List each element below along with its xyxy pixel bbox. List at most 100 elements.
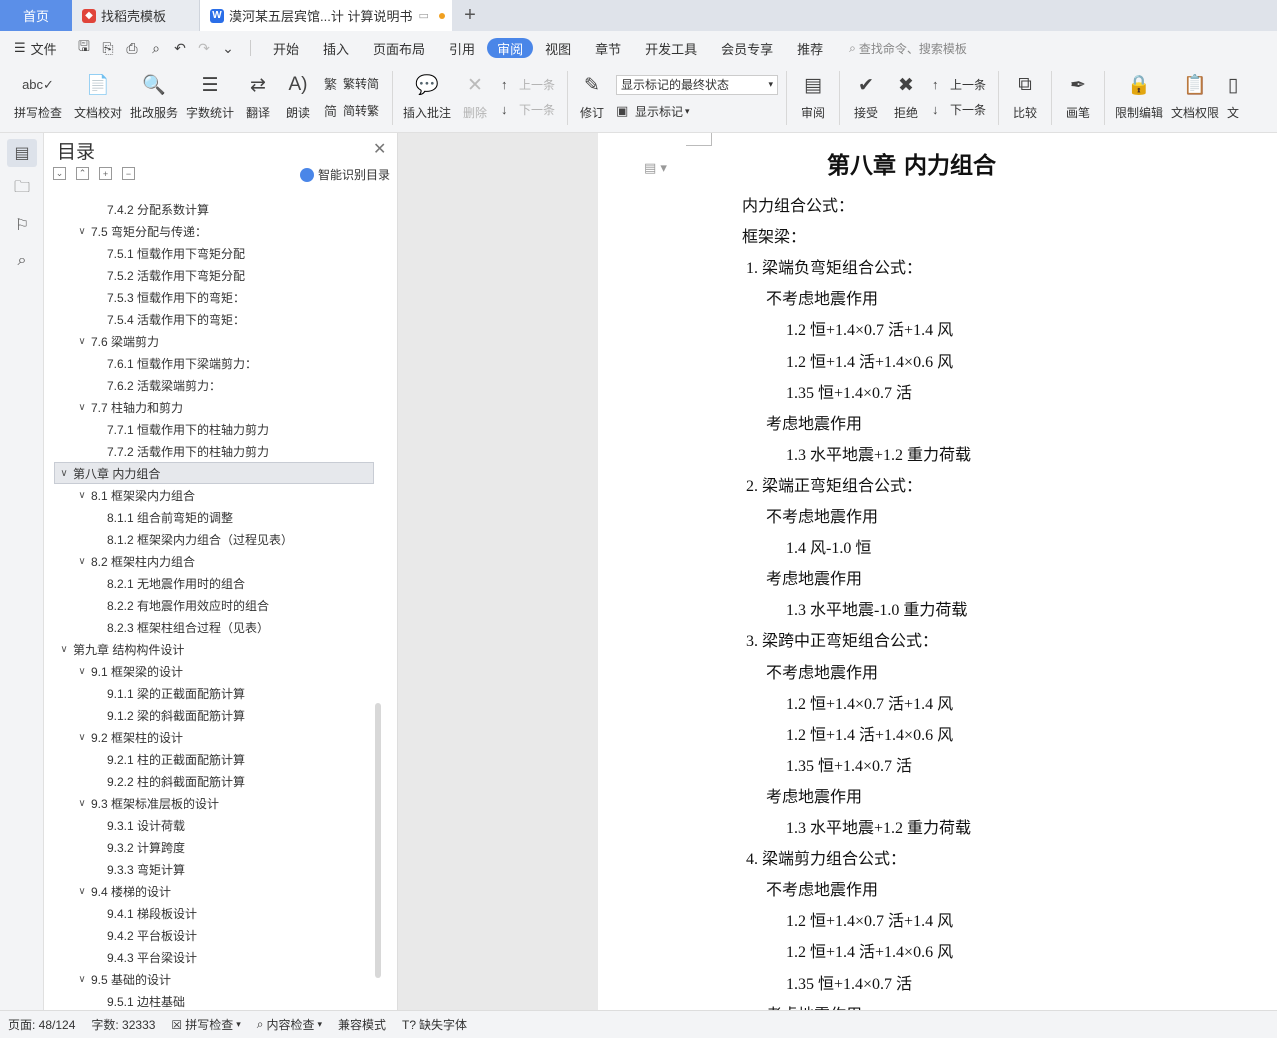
toc-icon[interactable]: ▤ <box>7 139 37 167</box>
delete-comment-button[interactable]: ✕ 删除 <box>455 65 495 133</box>
toc-item[interactable]: 8.1.2 框架梁内力组合（过程见表） <box>45 528 375 550</box>
restrict-edit-button[interactable]: 🔒 限制编辑 <box>1111 65 1167 133</box>
next-change-button[interactable]: ↓ 下一条 <box>932 101 986 118</box>
menu-reference[interactable]: 引用 <box>437 38 487 58</box>
export-icon[interactable]: ⎘ <box>96 40 120 57</box>
menu-view[interactable]: 视图 <box>533 38 583 58</box>
smart-toc-button[interactable]: 智能识别目录 <box>300 166 390 183</box>
toc-item[interactable]: 8.2.2 有地震作用效应时的组合 <box>45 594 375 616</box>
preview-icon[interactable]: ⌕ <box>144 40 168 57</box>
toc-item[interactable]: 9.2.2 柱的斜截面配筋计算 <box>45 770 375 792</box>
translate-button[interactable]: ⇄ 翻译 <box>238 65 278 133</box>
menu-insert[interactable]: 插入 <box>311 38 361 58</box>
chevron-down-icon[interactable]: ∨ <box>75 798 89 809</box>
tab-template[interactable]: ◆ 找稻壳模板 <box>72 0 200 31</box>
bookmark-icon[interactable]: ⚐ <box>7 211 37 239</box>
trad-to-simp-button[interactable]: 繁繁转简 <box>324 74 380 93</box>
toc-item[interactable]: 7.6.1 恒载作用下梁端剪力： <box>45 352 375 374</box>
compat-mode[interactable]: 兼容模式 <box>330 1016 394 1033</box>
toc-item[interactable]: 9.2.1 柱的正截面配筋计算 <box>45 748 375 770</box>
toc-item[interactable]: 9.4.2 平台板设计 <box>45 924 375 946</box>
chevron-down-icon[interactable]: ∨ <box>75 490 89 501</box>
next-comment-button[interactable]: ↓ 下一条 <box>501 101 555 118</box>
show-markup-button[interactable]: ▣ 显示标记 ▾ <box>616 103 774 120</box>
doc-rights-button[interactable]: 📋 文档权限 <box>1167 65 1223 133</box>
chevron-down-icon[interactable]: ∨ <box>57 468 71 479</box>
page-indicator[interactable]: 页面: 48/124 <box>0 1016 83 1033</box>
simp-to-trad-button[interactable]: 简简转繁 <box>324 101 380 120</box>
spell-check-button[interactable]: abc✓ 拼写检查 <box>6 65 70 133</box>
toc-item[interactable]: 9.5.1 边柱基础 <box>45 990 375 1012</box>
toc-item[interactable]: 7.7.2 活载作用下的柱轴力剪力 <box>45 440 375 462</box>
toc-item[interactable]: 7.6.2 活载梁端剪力： <box>45 374 375 396</box>
collapse-all-icon[interactable]: ⌄ <box>53 167 66 180</box>
toc-item[interactable]: 9.3.2 计算跨度 <box>45 836 375 858</box>
toc-item[interactable]: 7.5.2 活载作用下弯矩分配 <box>45 264 375 286</box>
chapter-icon[interactable]: 🗀 <box>7 175 37 203</box>
toc-item[interactable]: 9.1.2 梁的斜截面配筋计算 <box>45 704 375 726</box>
toc-item[interactable]: 9.3.1 设计荷载 <box>45 814 375 836</box>
print-icon[interactable]: ⎙ <box>120 40 144 57</box>
chevron-down-icon[interactable]: ∨ <box>57 644 71 655</box>
menu-review[interactable]: 审阅 <box>487 38 534 58</box>
markup-state-select[interactable]: 显示标记的最终状态 ▾ <box>616 74 778 95</box>
undo-icon[interactable]: ↶ <box>168 40 192 57</box>
accept-button[interactable]: ✔ 接受 <box>846 65 886 133</box>
remove-icon[interactable]: − <box>122 167 135 180</box>
prev-change-button[interactable]: ↑ 上一条 <box>932 76 986 93</box>
toc-item[interactable]: ∨ 9.1 框架梁的设计 <box>45 660 375 682</box>
pen-button[interactable]: ✒ 画笔 <box>1058 65 1098 133</box>
toc-item[interactable]: ∨ 7.5 弯矩分配与传递： <box>45 220 375 242</box>
more-icon[interactable]: ⌄ <box>216 40 240 57</box>
toc-item[interactable]: ∨ 8.2 框架柱内力组合 <box>45 550 375 572</box>
tab-home[interactable]: 首页 <box>0 0 72 31</box>
chevron-down-icon[interactable]: ∨ <box>75 974 89 985</box>
toc-item[interactable]: 9.1.1 梁的正截面配筋计算 <box>45 682 375 704</box>
toc-scrollbar[interactable] <box>375 703 381 978</box>
insert-comment-button[interactable]: 💬 插入批注 <box>399 65 455 133</box>
chevron-down-icon[interactable]: ∨ <box>75 556 89 567</box>
review-pane-button[interactable]: ▤ 审阅 <box>793 65 833 133</box>
toc-item[interactable]: 9.4.3 平台梁设计 <box>45 946 375 968</box>
batch-service-button[interactable]: 🔍 批改服务 <box>126 65 182 133</box>
toc-item[interactable]: 7.5.4 活载作用下的弯矩： <box>45 308 375 330</box>
prev-comment-button[interactable]: ↑ 上一条 <box>501 76 555 93</box>
chevron-down-icon[interactable]: ∨ <box>75 886 89 897</box>
compare-button[interactable]: ⧉ 比较 <box>1005 65 1045 133</box>
menu-devtools[interactable]: 开发工具 <box>633 38 709 58</box>
toc-item[interactable]: 7.4.2 分配系数计算 <box>45 198 375 220</box>
toc-item[interactable]: ∨ 9.2 框架柱的设计 <box>45 726 375 748</box>
search-icon[interactable]: ⌕ <box>7 247 37 275</box>
toc-item[interactable]: 7.5.1 恒载作用下弯矩分配 <box>45 242 375 264</box>
toc-item[interactable]: 8.2.1 无地震作用时的组合 <box>45 572 375 594</box>
new-tab-button[interactable]: + <box>452 0 488 31</box>
toc-item[interactable]: ∨ 8.1 框架梁内力组合 <box>45 484 375 506</box>
toc-item[interactable]: 9.3.3 弯矩计算 <box>45 858 375 880</box>
menu-start[interactable]: 开始 <box>261 38 311 58</box>
chevron-down-icon[interactable]: ∨ <box>75 226 89 237</box>
close-icon[interactable]: ✕ <box>373 139 386 159</box>
file-menu[interactable]: ☰ 文件 <box>0 39 72 58</box>
toc-item[interactable]: 9.4.1 梯段板设计 <box>45 902 375 924</box>
toc-item[interactable]: ∨ 9.5 基础的设计 <box>45 968 375 990</box>
toc-item[interactable]: ∨ 第八章 内力组合 <box>54 462 374 484</box>
menu-member[interactable]: 会员专享 <box>709 38 785 58</box>
word-count-button[interactable]: ☰ 字数统计 <box>182 65 238 133</box>
chevron-down-icon[interactable]: ∨ <box>75 666 89 677</box>
chevron-down-icon[interactable]: ∨ <box>75 402 89 413</box>
toc-item[interactable]: ∨ 9.3 框架标准层板的设计 <box>45 792 375 814</box>
reject-button[interactable]: ✖ 拒绝 <box>886 65 926 133</box>
add-icon[interactable]: + <box>99 167 112 180</box>
menu-layout[interactable]: 页面布局 <box>361 38 437 58</box>
toc-item[interactable]: 7.7.1 恒载作用下的柱轴力剪力 <box>45 418 375 440</box>
tab-document[interactable]: W 漠河某五层宾馆...计 计算说明书 ▭ <box>200 0 452 31</box>
screen-icon[interactable]: ▭ <box>418 9 428 22</box>
command-search[interactable]: ⌕ 查找命令、搜索模板 <box>849 40 967 57</box>
toc-item[interactable]: 8.2.3 框架柱组合过程（见表） <box>45 616 375 638</box>
toc-item[interactable]: 7.5.3 恒载作用下的弯矩： <box>45 286 375 308</box>
chevron-down-icon[interactable]: ∨ <box>75 732 89 743</box>
status-content-check[interactable]: ⌕ 内容检查 ▾ <box>249 1016 330 1033</box>
toc-item[interactable]: ∨ 7.7 柱轴力和剪力 <box>45 396 375 418</box>
read-aloud-button[interactable]: A) 朗读 <box>278 65 318 133</box>
menu-section[interactable]: 章节 <box>583 38 633 58</box>
